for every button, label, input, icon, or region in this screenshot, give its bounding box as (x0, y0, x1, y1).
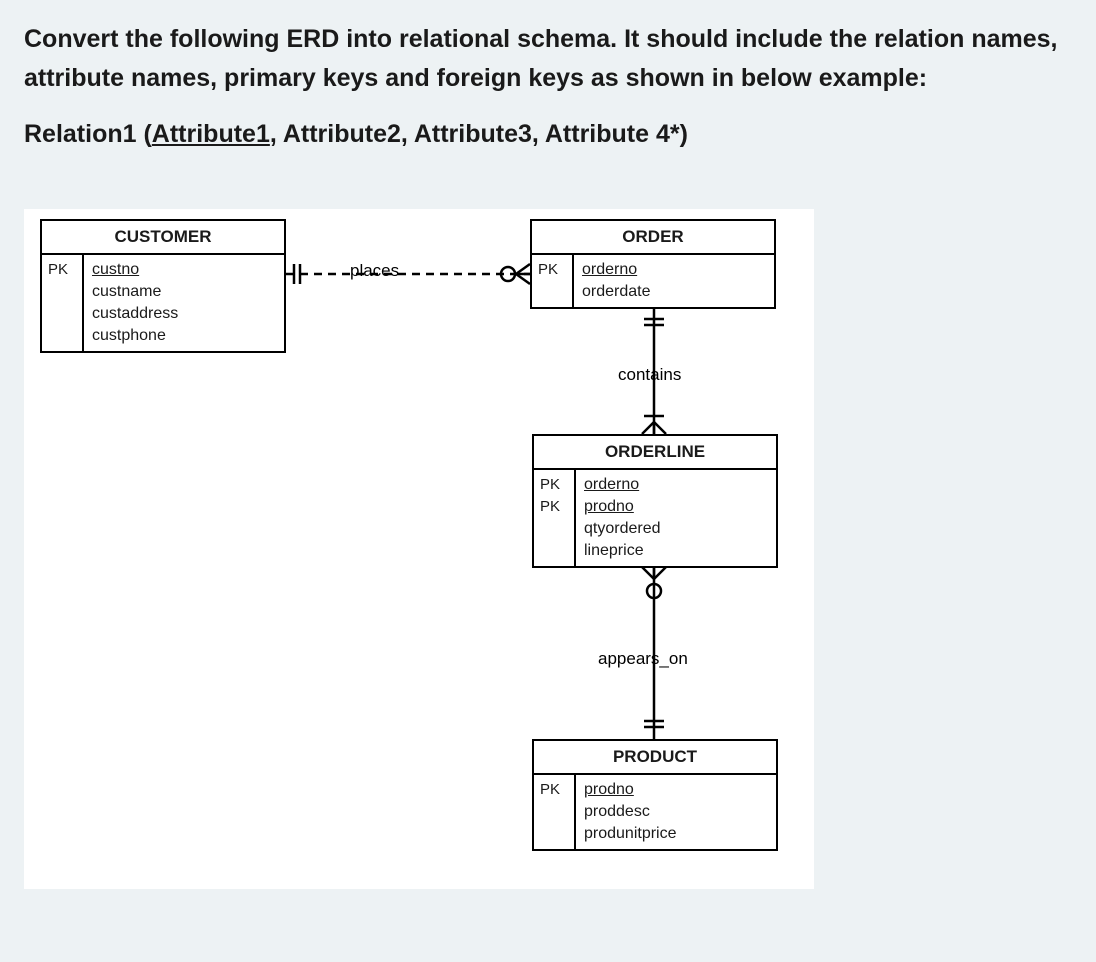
entity-product-pk-col: PK (534, 775, 576, 849)
example-relation-rest: Attribute2, Attribute3, Attribute 4*) (277, 120, 688, 148)
entity-order: ORDER PK orderno orderdate (530, 219, 776, 309)
pk-label: PK (540, 474, 568, 496)
attr-prodno: prodno (584, 496, 768, 518)
example-relation-prefix: Relation1 ( (24, 120, 152, 148)
relationship-contains-label: contains (618, 365, 681, 385)
attr-lineprice: lineprice (584, 540, 768, 562)
attr-orderno: orderno (584, 474, 768, 496)
attr-orderdate: orderdate (582, 281, 766, 303)
erd-diagram: CUSTOMER PK custno custname custaddress … (24, 209, 814, 889)
example-relation-pk: Attribute1 (152, 120, 270, 148)
pk-label: PK (538, 259, 566, 281)
attr-custaddress: custaddress (92, 303, 276, 325)
relationship-appears-on-label: appears_on (598, 649, 688, 669)
entity-orderline-title: ORDERLINE (534, 436, 776, 470)
entity-product-title: PRODUCT (534, 741, 776, 775)
entity-customer: CUSTOMER PK custno custname custaddress … (40, 219, 286, 353)
pk-label: PK (540, 496, 568, 518)
attr-qtyordered: qtyordered (584, 518, 768, 540)
entity-customer-pk-col: PK (42, 255, 84, 351)
entity-product-attrs: prodno proddesc produnitprice (576, 775, 776, 849)
connector-places (286, 259, 530, 289)
entity-orderline-attrs: orderno prodno qtyordered lineprice (576, 470, 776, 566)
entity-order-title: ORDER (532, 221, 774, 255)
entity-orderline-pk-col: PK PK (534, 470, 576, 566)
entity-orderline: ORDERLINE PK PK orderno prodno qtyordere… (532, 434, 778, 568)
entity-customer-title: CUSTOMER (42, 221, 284, 255)
relationship-places-label: places (350, 261, 399, 281)
entity-customer-attrs: custno custname custaddress custphone (84, 255, 284, 351)
attr-custno: custno (92, 259, 276, 281)
attr-custphone: custphone (92, 325, 276, 347)
question-prompt: Convert the following ERD into relationa… (24, 20, 1072, 98)
pk-label: PK (540, 779, 568, 801)
entity-order-pk-col: PK (532, 255, 574, 307)
attr-prodno: prodno (584, 779, 768, 801)
attr-orderno: orderno (582, 259, 766, 281)
example-relation-format: Relation1 (Attribute1, Attribute2, Attri… (24, 120, 1072, 149)
attr-custname: custname (92, 281, 276, 303)
entity-product: PRODUCT PK prodno proddesc produnitprice (532, 739, 778, 851)
attr-produnitprice: produnitprice (584, 823, 768, 845)
entity-order-attrs: orderno orderdate (574, 255, 774, 307)
attr-proddesc: proddesc (584, 801, 768, 823)
pk-label: PK (48, 259, 76, 281)
example-relation-comma: , (270, 120, 277, 148)
